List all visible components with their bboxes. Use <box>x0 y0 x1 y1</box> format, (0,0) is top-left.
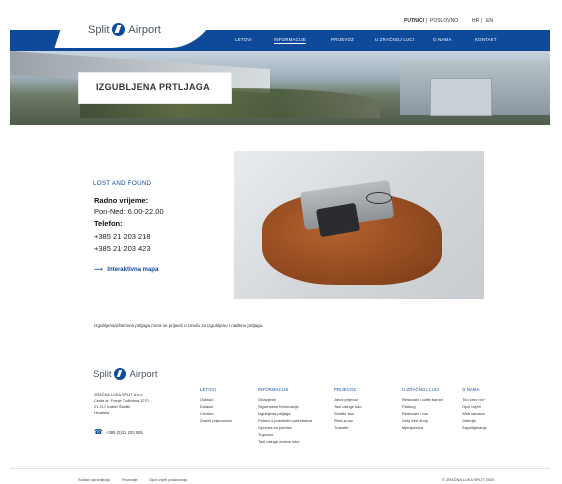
phone-label: Telefon: <box>94 219 123 228</box>
footer-link[interactable]: Duty free shop <box>402 418 428 423</box>
footer-link[interactable]: Trgovine <box>258 432 273 437</box>
hours-value: Pon-Ned: 6.00-22.00 <box>94 207 164 216</box>
lang-hr[interactable]: HR <box>472 18 479 24</box>
footer-logo-text-airport: Airport <box>129 368 158 380</box>
footer-link[interactable]: Zapošljavanje <box>462 425 487 430</box>
lang-en[interactable]: EN <box>486 18 493 24</box>
footer-link[interactable]: Shuttle bus <box>334 411 354 416</box>
phone-number-2[interactable]: +385 21 203 423 <box>94 244 151 253</box>
footer-link[interactable]: Web kamera <box>462 411 485 416</box>
util-separator: | <box>426 18 428 24</box>
logo-text-airport: Airport <box>128 23 161 36</box>
logo-text-split: Split <box>88 23 110 36</box>
footer-link[interactable]: Opći uvjeti <box>462 404 481 409</box>
phone-icon: ☎ <box>94 429 103 436</box>
footer-divider <box>10 468 550 469</box>
address-line: ZRAČNA LUKA SPLIT d.o.o. <box>94 392 144 397</box>
footer-col-title[interactable]: LETOVI <box>200 387 216 392</box>
phone-number-1[interactable]: +385 21 203 218 <box>94 232 151 241</box>
page-title: IZGUBLJENA PRTLJAGA <box>96 82 210 92</box>
footer-link[interactable]: Putnici s posebnim potrebama <box>258 418 312 423</box>
section-title: LOST AND FOUND <box>93 180 152 187</box>
footer-link[interactable]: Restorani i caffe barovi <box>402 397 443 402</box>
nav-prijevoz[interactable]: PRIJEVOZ <box>331 37 354 42</box>
lang-separator: | <box>481 18 483 24</box>
footer-link[interactable]: Restorani i bar <box>402 411 428 416</box>
hero-building-window <box>430 78 492 116</box>
address-line: 21 217 Kaštel Štafilić <box>94 404 131 409</box>
footer-col-title[interactable]: INFORMACIJE <box>258 387 289 392</box>
copyright: © ZRAČNA LUKA SPLIT 2020 <box>442 477 495 482</box>
footer-link[interactable]: Taxi usluge kao <box>334 404 362 409</box>
nav-informacije[interactable]: INFORMACIJE <box>274 37 306 44</box>
footer-phone[interactable]: +385 (0)21 203 555 <box>106 430 143 435</box>
bottom-link[interactable]: Financije <box>122 477 138 482</box>
footer-logo-text-split: Split <box>93 368 112 380</box>
nav-o-nama[interactable]: O NAMA <box>433 37 452 42</box>
footer-link[interactable]: Parking <box>402 404 416 409</box>
footer-link[interactable]: Javni prijevoz <box>334 397 358 402</box>
footer-link[interactable]: Obavijesti <box>258 397 276 402</box>
nav-letovi[interactable]: LETOVI <box>235 37 252 42</box>
nav-kontakt[interactable]: KONTAKT <box>475 37 497 42</box>
map-link-label: Interaktivna mapa <box>107 267 159 273</box>
site-logo[interactable]: Split Airport <box>88 23 161 36</box>
footer-link[interactable]: Chciton <box>200 411 214 416</box>
footer-link[interactable]: Zračni prijevoznici <box>200 418 232 423</box>
logo-mark-icon <box>114 368 127 380</box>
footer-col-title[interactable]: U ZRAČNOJ LUCI <box>402 387 439 392</box>
nav-u-zracnoj-luci[interactable]: U ZRAČNOJ LUCI <box>375 37 414 42</box>
footer-link[interactable]: Sigurnosne informacije <box>258 404 299 409</box>
hours-label: Radno vrijeme: <box>94 196 149 205</box>
footer-link[interactable]: Izgubljena prtljaga <box>258 411 290 416</box>
footer-link[interactable]: Mjenjačnica <box>402 425 423 430</box>
footer-col-title[interactable]: PRIJEVOZ <box>334 387 356 392</box>
footer-col-title[interactable]: O NAMA <box>462 387 480 392</box>
footer-link[interactable]: Galerija <box>462 418 476 423</box>
arrow-right-icon: ⟶ <box>94 267 103 273</box>
footer-link[interactable]: Tko smo mi? <box>462 397 485 402</box>
lost-luggage-note: Izgubljena/oštećena prtljaga mora se pri… <box>94 323 264 328</box>
footer-link[interactable]: Dolasci <box>200 404 213 409</box>
footer-logo[interactable]: Split Airport <box>93 368 157 380</box>
footer-link[interactable]: Odlasci <box>200 397 213 402</box>
address-line: Hrvatska <box>94 410 110 415</box>
util-link-passengers[interactable]: PUTNICI <box>404 18 424 24</box>
footer-link[interactable]: Oprema za putnike <box>258 425 292 430</box>
photo-glasses <box>366 192 392 204</box>
address-line: Cesta dr. Franje Tuđmana 1270 <box>94 398 149 403</box>
footer-link[interactable]: Transfer <box>334 425 349 430</box>
footer-link[interactable]: Taxi usluge zračne luke <box>258 439 300 444</box>
interactive-map-link[interactable]: ⟶ Interaktivna mapa <box>94 266 158 273</box>
logo-mark-icon <box>112 23 126 36</box>
footer-link[interactable]: Rent-a-car <box>334 418 353 423</box>
bottom-link[interactable]: Sustav upravljanja <box>78 477 110 482</box>
util-link-business[interactable]: POSLOVNO <box>430 18 458 24</box>
bottom-link[interactable]: Opći uvjeti poslovanja <box>149 477 187 482</box>
